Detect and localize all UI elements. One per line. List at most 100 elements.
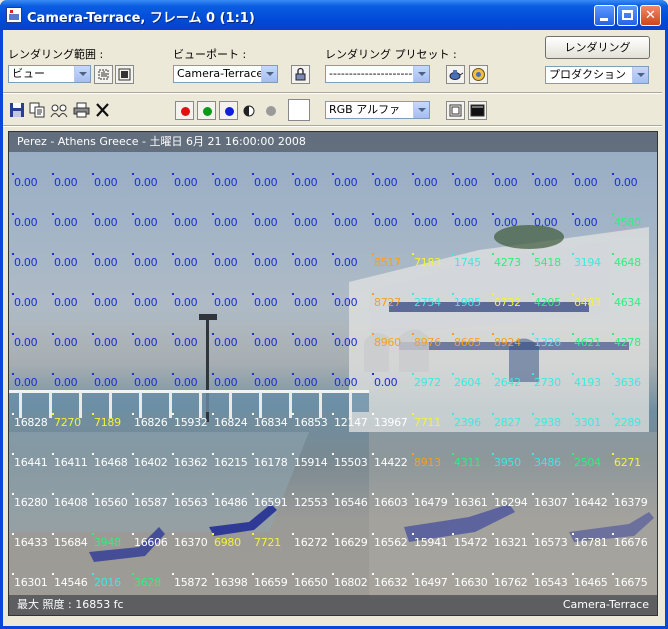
illuminance-value: 16676 bbox=[612, 533, 648, 549]
maximize-button[interactable] bbox=[617, 5, 638, 26]
environment-button[interactable] bbox=[469, 65, 488, 84]
print-icon[interactable] bbox=[73, 102, 90, 118]
illuminance-value: 0.00 bbox=[451, 173, 478, 189]
illuminance-value: 0.00 bbox=[251, 293, 278, 309]
illuminance-value: 3486 bbox=[532, 453, 561, 469]
lock-button[interactable] bbox=[291, 65, 310, 84]
illuminance-value: 2972 bbox=[412, 373, 441, 389]
display-icon bbox=[470, 104, 485, 117]
render-area-select[interactable]: ビュー bbox=[8, 65, 91, 83]
illuminance-value: 16630 bbox=[452, 573, 488, 589]
green-channel-toggle[interactable] bbox=[197, 101, 216, 120]
illuminance-value: 0.00 bbox=[11, 213, 38, 229]
illuminance-value: 0.00 bbox=[331, 373, 358, 389]
illuminance-value: 0.00 bbox=[171, 333, 198, 349]
illuminance-value: 16294 bbox=[492, 493, 528, 509]
illuminance-value: 0.00 bbox=[491, 173, 518, 189]
illuminance-value: 16361 bbox=[452, 493, 488, 509]
channel-display-value: RGB アルファ bbox=[329, 103, 401, 116]
title-bar[interactable]: Camera-Terrace, フレーム 0 (1:1) ✕ bbox=[0, 0, 668, 30]
illuminance-value: 3194 bbox=[572, 253, 601, 269]
illuminance-value: 15932 bbox=[172, 413, 208, 429]
illuminance-value: 16603 bbox=[372, 493, 408, 509]
production-select[interactable]: プロダクション bbox=[545, 66, 649, 84]
illuminance-value: 7270 bbox=[52, 413, 81, 429]
illuminance-value: 16442 bbox=[572, 493, 608, 509]
illuminance-value: 0.00 bbox=[491, 213, 518, 229]
illuminance-value: 0.00 bbox=[251, 253, 278, 269]
illuminance-value: 16573 bbox=[532, 533, 568, 549]
camera-name-label: Camera-Terrace bbox=[562, 598, 649, 611]
illuminance-value: 16563 bbox=[172, 493, 208, 509]
illuminance-value: 16562 bbox=[372, 533, 408, 549]
red-channel-icon bbox=[181, 107, 190, 116]
illuminance-value: 0.00 bbox=[611, 173, 638, 189]
red-channel-toggle[interactable] bbox=[175, 101, 194, 120]
clear-icon[interactable] bbox=[95, 102, 110, 118]
render-button[interactable]: レンダリング bbox=[545, 36, 650, 59]
illuminance-value: 2396 bbox=[452, 413, 481, 429]
render-area-label: レンダリング範囲 : bbox=[8, 48, 104, 61]
illuminance-value: 16650 bbox=[292, 573, 328, 589]
illuminance-value: 0.00 bbox=[171, 293, 198, 309]
illuminance-value: 0.00 bbox=[11, 333, 38, 349]
color-swatch[interactable] bbox=[288, 99, 310, 121]
illuminance-value: 16802 bbox=[332, 573, 368, 589]
illuminance-value: 16497 bbox=[412, 573, 448, 589]
clone-icon[interactable] bbox=[50, 102, 68, 118]
illuminance-value: 0.00 bbox=[51, 293, 78, 309]
render-setup-button[interactable] bbox=[446, 65, 465, 84]
monochrome-icon[interactable] bbox=[264, 104, 278, 118]
illuminance-value: 3948 bbox=[92, 533, 121, 549]
illuminance-value: 2827 bbox=[492, 413, 521, 429]
minimize-button[interactable] bbox=[594, 5, 615, 26]
auto-region-button[interactable] bbox=[115, 65, 134, 84]
toggle-ui-button[interactable] bbox=[468, 101, 487, 120]
toolbar-divider bbox=[3, 92, 662, 94]
illuminance-value: 8913 bbox=[412, 453, 441, 469]
illuminance-value: 16632 bbox=[372, 573, 408, 589]
chevron-down-icon bbox=[632, 67, 648, 83]
illuminance-value: 7183 bbox=[412, 253, 441, 269]
illuminance-value: 0.00 bbox=[91, 213, 118, 229]
app-icon[interactable] bbox=[6, 7, 22, 23]
blue-channel-toggle[interactable] bbox=[219, 101, 238, 120]
preset-select[interactable]: ---------------------- bbox=[325, 65, 430, 83]
lock-icon bbox=[295, 67, 306, 81]
illuminance-value: 2289 bbox=[612, 413, 641, 429]
illuminance-value: 15941 bbox=[412, 533, 448, 549]
illuminance-value: 16587 bbox=[132, 493, 168, 509]
rendered-frame[interactable]: Perez - Athens Greece - 土曜日 6月 21 16:00:… bbox=[8, 131, 658, 616]
illuminance-value: 6732 bbox=[492, 293, 521, 309]
alpha-channel-icon[interactable] bbox=[242, 104, 256, 118]
illuminance-value: 15503 bbox=[332, 453, 368, 469]
illuminance-value: 0.00 bbox=[91, 333, 118, 349]
illuminance-value: 0.00 bbox=[91, 373, 118, 389]
illuminance-value: 2642 bbox=[492, 373, 521, 389]
illuminance-value: 0.00 bbox=[51, 333, 78, 349]
channel-display-select[interactable]: RGB アルファ bbox=[325, 101, 430, 119]
illuminance-value: 16468 bbox=[92, 453, 128, 469]
illuminance-value: 0.00 bbox=[211, 333, 238, 349]
illuminance-value: 16215 bbox=[212, 453, 248, 469]
illuminance-value: 16546 bbox=[332, 493, 368, 509]
illuminance-value: 0.00 bbox=[251, 333, 278, 349]
illuminance-value: 16762 bbox=[492, 573, 528, 589]
illuminance-value: 16321 bbox=[492, 533, 528, 549]
chevron-down-icon bbox=[413, 102, 429, 118]
save-icon[interactable] bbox=[9, 102, 25, 118]
copy-icon[interactable] bbox=[29, 102, 45, 118]
green-channel-icon bbox=[203, 107, 212, 116]
viewport-select[interactable]: Camera-Terrace bbox=[173, 65, 278, 83]
toggle-ui-overlay-button[interactable] bbox=[446, 101, 465, 120]
illuminance-value: 16834 bbox=[252, 413, 288, 429]
edit-region-button[interactable] bbox=[94, 65, 113, 84]
close-button[interactable]: ✕ bbox=[640, 5, 661, 26]
teapot-icon bbox=[449, 70, 464, 80]
illuminance-value: 15472 bbox=[452, 533, 488, 549]
illuminance-value: 16402 bbox=[132, 453, 168, 469]
illuminance-value: 12553 bbox=[292, 493, 328, 509]
illuminance-value: 0.00 bbox=[331, 213, 358, 229]
illuminance-value: 16486 bbox=[212, 493, 248, 509]
illuminance-value: 15684 bbox=[52, 533, 88, 549]
